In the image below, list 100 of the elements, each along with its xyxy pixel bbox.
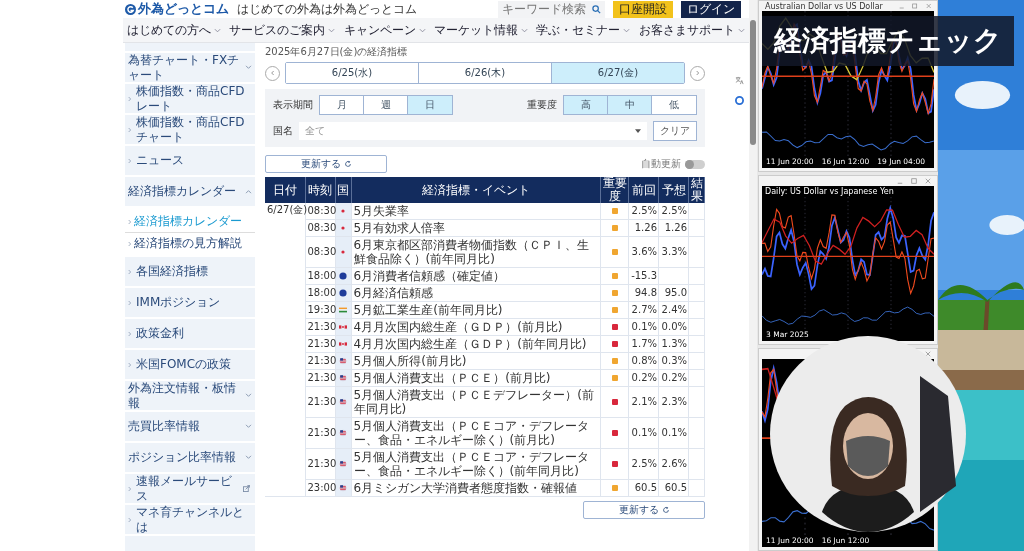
- nav-menu-item[interactable]: 学ぶ・セミナー: [536, 21, 631, 39]
- table-cell: 23:00: [307, 482, 337, 494]
- maximize-icon[interactable]: [912, 3, 918, 9]
- date-tab[interactable]: 6/27(金): [552, 63, 684, 83]
- maximize-icon[interactable]: [911, 178, 917, 184]
- search-field[interactable]: キーワード検索: [498, 0, 605, 18]
- column-header: 時刻: [308, 182, 332, 197]
- table-cell: 2.5%: [631, 205, 657, 217]
- site-tagline: はじめての外為は外為どっとコム: [237, 0, 417, 18]
- table-cell: 1.26: [634, 222, 657, 234]
- us-flag-icon: [339, 484, 347, 493]
- filter-label: 表示期間: [273, 98, 313, 112]
- period-option[interactable]: 月: [320, 96, 364, 114]
- table-cell: 5月個人消費支出（ＰＣＥコア・デフレーター、食品・エネルギー除く）(前月比): [353, 419, 590, 448]
- column-header: 結果: [690, 177, 703, 204]
- chevron-right-icon: [128, 485, 132, 492]
- table-cell: 5月鉱工業生産(前年同月比): [353, 303, 503, 318]
- us-flag-icon: [339, 357, 347, 366]
- sidebar-item[interactable]: 株価指数・商品CFDチャート: [125, 115, 255, 146]
- column-header: 予想: [661, 182, 686, 197]
- sidebar-item[interactable]: 米国FOMCの政策: [125, 350, 255, 381]
- refresh-button[interactable]: 更新する: [265, 155, 387, 173]
- us-flag-icon: [339, 374, 347, 383]
- caret-icon: [635, 129, 641, 133]
- importance-option[interactable]: 低: [652, 96, 696, 114]
- chevron-down-icon: [737, 27, 745, 33]
- refresh-button[interactable]: 更新する: [583, 501, 705, 520]
- toggle-label: 自動更新: [641, 157, 681, 171]
- sidebar-item[interactable]: 為替チャート・FXチャート: [125, 53, 255, 84]
- close-icon[interactable]: [925, 178, 931, 184]
- header-button[interactable]: 口座開設: [613, 0, 673, 18]
- sidebar-item[interactable]: ポジション比率情報: [125, 443, 255, 474]
- us-flag-icon: [339, 429, 347, 438]
- chevron-down-icon: [623, 27, 631, 33]
- period-option[interactable]: 日: [408, 96, 452, 114]
- nav-menu-item[interactable]: お客さまサポート: [638, 21, 745, 39]
- table-cell: 0.1%: [631, 321, 657, 333]
- chevron-down-icon: [328, 27, 336, 33]
- table-cell: 0.1%: [631, 427, 657, 439]
- table-cell: 5月失業率: [353, 204, 410, 219]
- table-cell: 0.2%: [661, 372, 687, 384]
- sidebar-item[interactable]: マネ育チャンネルとは: [125, 505, 255, 536]
- chevron-right-icon: [128, 126, 132, 133]
- sidebar-subitem[interactable]: 経済指標の見方解説: [125, 233, 255, 254]
- table-cell: 2.4%: [661, 304, 687, 316]
- sidebar-item[interactable]: 速報メールサービス: [125, 474, 255, 505]
- clear-button[interactable]: クリア: [653, 121, 697, 141]
- table-cell: 2.5%: [631, 458, 657, 470]
- chevron-right-icon: [128, 299, 132, 306]
- table-cell: 1.7%: [631, 338, 657, 350]
- nav-menu-item[interactable]: マーケット情報: [434, 21, 529, 39]
- auto-update-toggle[interactable]: [685, 159, 705, 169]
- table-cell: 4月月次国内総生産（ＧＤＰ）(前月比): [353, 320, 563, 335]
- header-button[interactable]: ログイン: [681, 0, 741, 18]
- importance-option[interactable]: 中: [608, 96, 652, 114]
- sidebar-item[interactable]: 売買比率情報: [125, 412, 255, 443]
- table-cell: 2.7%: [631, 304, 657, 316]
- canada-flag-icon: [339, 323, 347, 332]
- nav-menu-item[interactable]: キャンペーン: [343, 21, 426, 39]
- filter-label: 重要度: [527, 98, 557, 112]
- site-logo[interactable]: 外為どっとコム: [138, 0, 229, 18]
- table-cell: 0.1%: [661, 427, 687, 439]
- table-cell: 1.3%: [661, 338, 687, 350]
- importance-option[interactable]: 高: [564, 96, 608, 114]
- chevron-right-icon: [128, 516, 132, 523]
- table-cell: 2.6%: [661, 458, 687, 470]
- period-option[interactable]: 週: [364, 96, 408, 114]
- sidebar-item[interactable]: 各国経済指標: [125, 257, 255, 288]
- date-tab[interactable]: 6/25(水): [286, 63, 419, 83]
- scrollbar-thumb[interactable]: [750, 20, 756, 145]
- table-cell: 18:00: [307, 287, 337, 299]
- column-header: 重要度: [602, 176, 627, 204]
- table-cell: 6月経済信頼感: [353, 286, 434, 301]
- chevron-right-icon: [128, 240, 132, 247]
- table-cell: 6月消費者信頼感（確定値）: [353, 269, 506, 284]
- us-flag-icon: [339, 460, 347, 469]
- table-cell: 0.0%: [661, 321, 687, 333]
- column-header: 経済指標・イベント: [421, 182, 530, 197]
- sidebar-item[interactable]: 外為注文情報・板情報: [125, 381, 255, 412]
- next-day-button[interactable]: [690, 65, 705, 81]
- us-flag-icon: [339, 398, 347, 407]
- sidebar-item[interactable]: 政策金利: [125, 319, 255, 350]
- chevron-right-icon: [128, 361, 132, 368]
- close-icon[interactable]: [925, 3, 931, 9]
- previous-day-button[interactable]: [265, 65, 280, 81]
- chevron-down-icon: [418, 27, 426, 33]
- chevron-right-icon: [128, 218, 132, 225]
- table-cell: 6月ミシガン大学消費者態度指数・確報値: [353, 481, 578, 496]
- table-cell: 2.3%: [661, 396, 687, 408]
- table-cell: 21:30: [307, 458, 337, 470]
- sidebar-item[interactable]: ニュース: [125, 146, 255, 177]
- sidebar-item[interactable]: IMMポジション: [125, 288, 255, 319]
- nav-menu-item[interactable]: はじめての方へ: [127, 21, 222, 39]
- translate-icon[interactable]: [735, 76, 744, 85]
- circle-icon[interactable]: [735, 96, 744, 105]
- nav-menu-item[interactable]: サービスのご案内: [229, 21, 336, 39]
- sidebar-item[interactable]: 株価指数・商品CFDレート: [125, 84, 255, 115]
- column-header: 日付: [272, 182, 297, 197]
- table-cell: 95.0: [664, 287, 687, 299]
- table-cell: 21:30: [307, 338, 337, 350]
